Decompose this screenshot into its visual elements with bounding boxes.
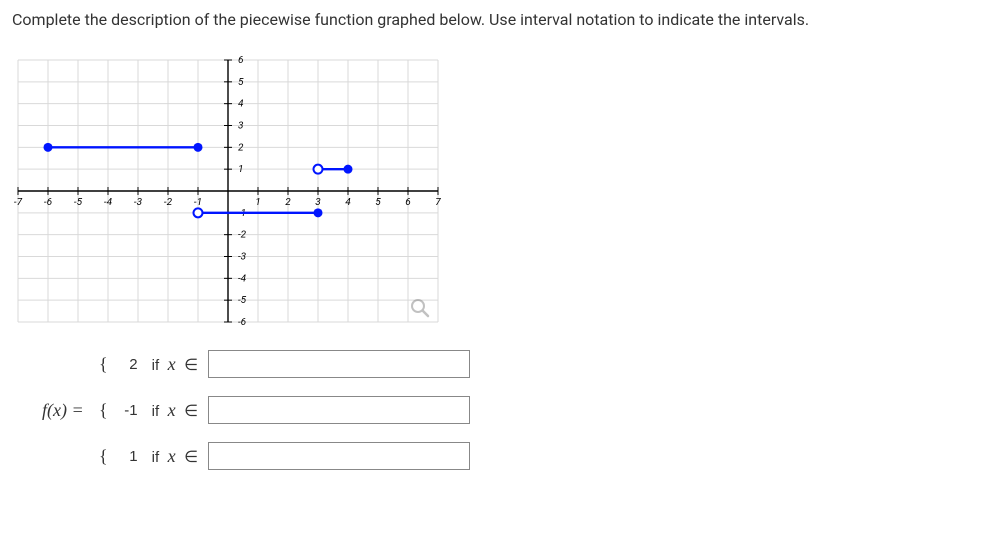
piece-value: 1 (108, 448, 138, 465)
svg-text:6: 6 (238, 56, 243, 66)
interval-input-3[interactable] (208, 442, 470, 470)
brace-symbol: { (94, 446, 108, 467)
svg-text:-2: -2 (238, 230, 247, 241)
svg-text:2: 2 (238, 142, 244, 153)
svg-text:-5: -5 (74, 197, 83, 208)
svg-text:2: 2 (285, 197, 291, 208)
svg-text:7: 7 (435, 197, 441, 208)
svg-text:6: 6 (405, 197, 410, 208)
piece-row: { -1 if x ∈ (94, 396, 470, 424)
svg-text:3: 3 (315, 197, 321, 208)
brace-symbol: { (94, 354, 108, 375)
svg-text:-2: -2 (164, 197, 173, 208)
piece-value: -1 (108, 402, 138, 419)
svg-text:-6: -6 (44, 197, 52, 208)
piece-value: 2 (108, 356, 138, 373)
svg-text:1: 1 (255, 197, 260, 208)
svg-text:5: 5 (375, 197, 381, 208)
brace-symbol: { (94, 400, 108, 421)
svg-text:3: 3 (238, 121, 244, 132)
svg-text:4: 4 (238, 99, 244, 110)
piece-row: { 2 if x ∈ (94, 350, 470, 378)
magnify-icon[interactable] (410, 298, 430, 322)
svg-text:5: 5 (238, 77, 244, 88)
condition-label: if x ∈ (138, 446, 208, 467)
svg-text:-3: -3 (134, 197, 143, 208)
svg-text:4: 4 (345, 197, 351, 208)
svg-text:-5: -5 (238, 295, 247, 306)
piecewise-graph: -7-6-5-4-3-2-11234567-6-5-4-3-2-1123456 (12, 56, 444, 326)
condition-label: if x ∈ (138, 400, 208, 421)
svg-text:-7: -7 (14, 197, 23, 208)
svg-text:-1: -1 (194, 197, 202, 208)
svg-text:-4: -4 (238, 273, 247, 284)
svg-text:1: 1 (238, 164, 243, 175)
svg-text:-3: -3 (238, 252, 247, 263)
interval-input-1[interactable] (208, 350, 470, 378)
piecewise-definition: f(x) = { 2 if x ∈ { -1 if x ∈ { 1 (12, 350, 990, 470)
svg-text:-4: -4 (104, 197, 113, 208)
svg-text:-6: -6 (238, 317, 246, 326)
interval-input-2[interactable] (208, 396, 470, 424)
condition-label: if x ∈ (138, 354, 208, 375)
question-prompt: Complete the description of the piecewis… (12, 8, 990, 32)
function-lhs: f(x) = (12, 400, 94, 421)
piece-row: { 1 if x ∈ (94, 442, 470, 470)
